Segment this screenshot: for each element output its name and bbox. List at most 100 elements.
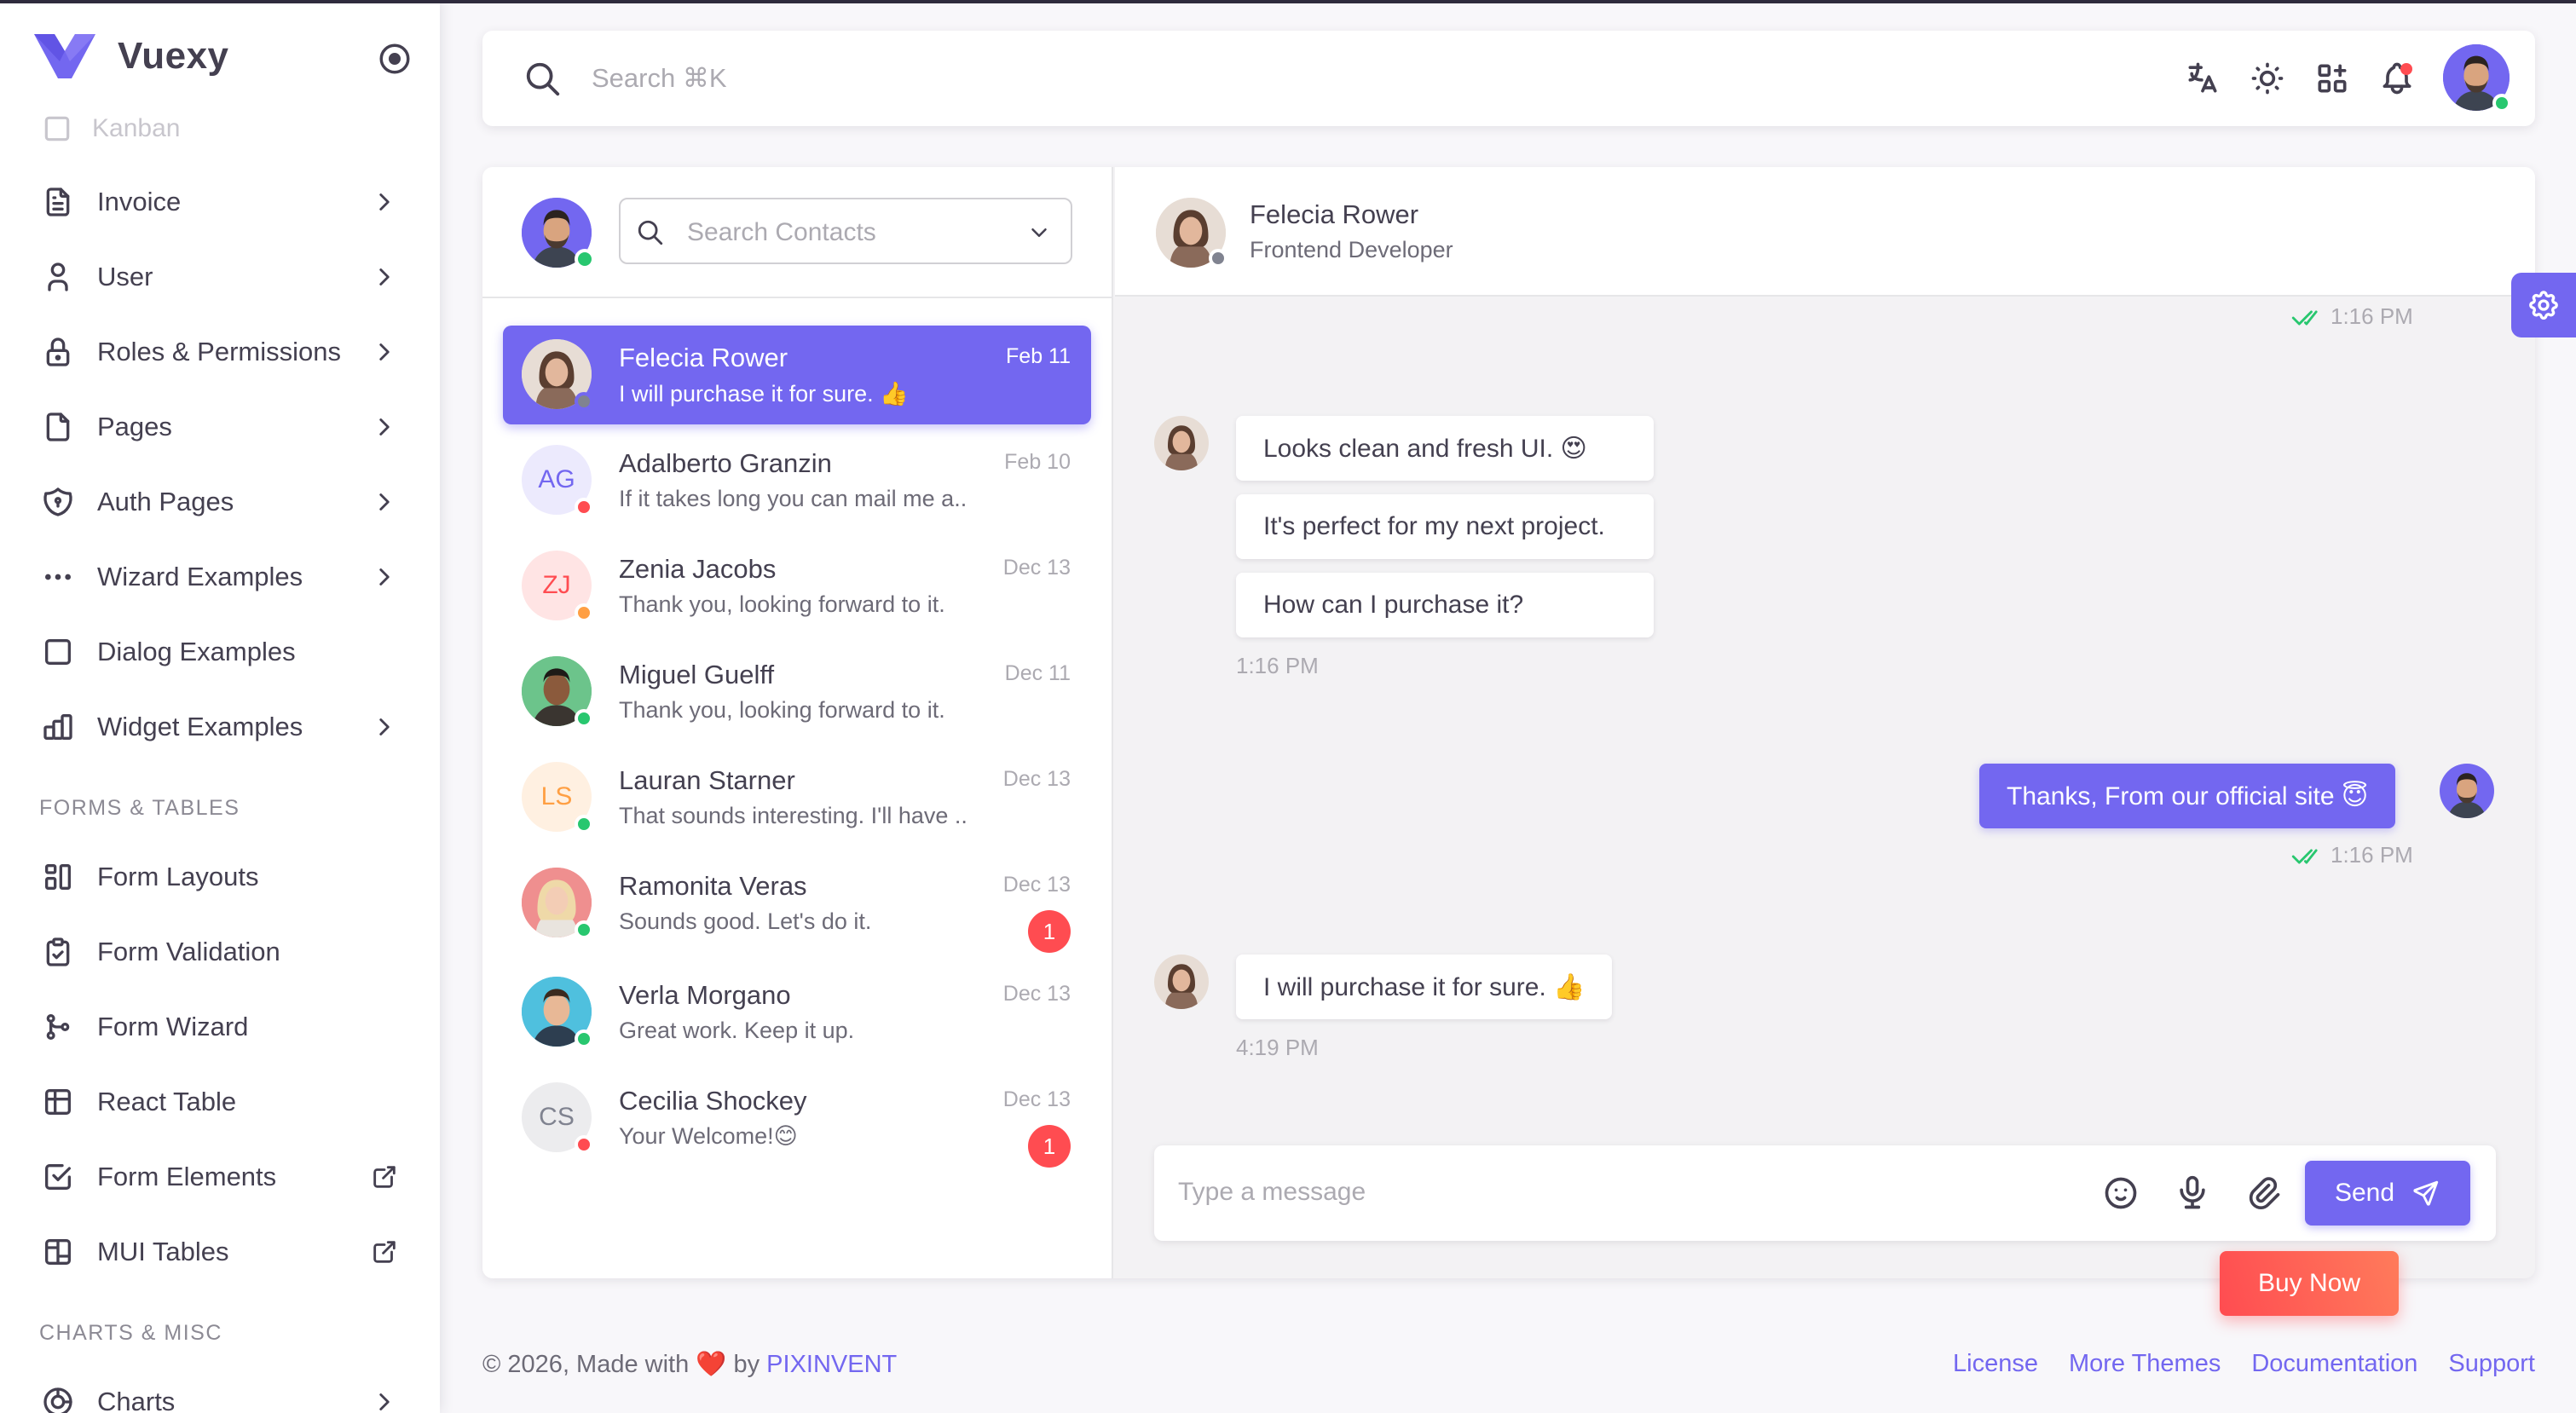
message-time: 1:16 PM bbox=[2331, 842, 2413, 868]
unread-badge: 1 bbox=[1028, 910, 1071, 953]
sidebar-item-label: Form Layouts bbox=[97, 862, 259, 891]
notification-dot bbox=[2400, 63, 2412, 75]
contact-item[interactable]: CS Cecilia Shockey Your Welcome!😊 Dec 13… bbox=[503, 1069, 1091, 1168]
emoji-icon[interactable] bbox=[2102, 1174, 2140, 1212]
paperclip-icon[interactable] bbox=[2245, 1174, 2283, 1212]
sidebar-item-form-validation[interactable]: Form Validation bbox=[26, 921, 414, 983]
translate-icon[interactable] bbox=[2184, 60, 2221, 97]
global-search-input[interactable]: Search ⌘K bbox=[592, 63, 727, 94]
contact-name: Ramonita Veras bbox=[619, 871, 807, 901]
sidebar-item-label: React Table bbox=[97, 1087, 237, 1116]
microphone-icon[interactable] bbox=[2174, 1174, 2211, 1212]
chevron-right-icon bbox=[379, 718, 390, 735]
chevron-down-icon[interactable] bbox=[1026, 220, 1052, 245]
sidebar-item-charts[interactable]: Charts bbox=[26, 1371, 414, 1413]
footer: © 2026, Made with ❤️ by PIXINVENT Licens… bbox=[482, 1350, 2535, 1384]
contact-date: Dec 13 bbox=[1002, 556, 1071, 580]
contact-last-message: Sounds good. Let's do it. bbox=[619, 908, 872, 934]
contact-last-message: I will purchase it for sure. 👍 bbox=[619, 381, 909, 407]
send-button-label: Send bbox=[2334, 1179, 2395, 1207]
footer-link-documentation[interactable]: Documentation bbox=[2251, 1350, 2417, 1378]
chevron-right-icon bbox=[379, 493, 390, 510]
chat-partner-avatar bbox=[1154, 416, 1209, 470]
contact-item[interactable]: Miguel Guelff Thank you, looking forward… bbox=[503, 643, 1091, 741]
sidebar-item-label: Form Validation bbox=[97, 937, 280, 966]
external-link-icon bbox=[373, 1241, 396, 1263]
sidebar-item-widget-examples[interactable]: Widget Examples bbox=[26, 696, 414, 758]
sidebar-item-wizard-examples[interactable]: Wizard Examples bbox=[26, 546, 414, 608]
contact-item[interactable]: Felecia Rower I will purchase it for sur… bbox=[503, 326, 1091, 424]
brand[interactable]: Vuexy bbox=[34, 34, 229, 78]
sidebar-item-form-layouts[interactable]: Form Layouts bbox=[26, 846, 414, 908]
square-icon bbox=[45, 639, 71, 665]
sidebar-item-mui-tables[interactable]: MUI Tables bbox=[26, 1221, 414, 1283]
sidebar-item-label: Invoice bbox=[97, 187, 182, 216]
contact-item[interactable]: ZJ Zenia Jacobs Thank you, looking forwa… bbox=[503, 537, 1091, 636]
contact-search-input[interactable]: Search Contacts bbox=[619, 198, 1072, 264]
chevron-right-icon bbox=[379, 193, 390, 211]
double-check-icon bbox=[2291, 849, 2318, 864]
sidebar-item-user[interactable]: User bbox=[26, 246, 414, 308]
sidebar-item-roles-permissions[interactable]: Roles & Permissions bbox=[26, 321, 414, 383]
contact-item[interactable]: Ramonita Veras Sounds good. Let's do it.… bbox=[503, 854, 1091, 953]
chevron-right-icon bbox=[379, 1393, 390, 1410]
message-input[interactable]: Type a message bbox=[1178, 1178, 1366, 1207]
sidebar-item-pages[interactable]: Pages bbox=[26, 396, 414, 458]
footer-link-support[interactable]: Support bbox=[2448, 1350, 2535, 1378]
contact-last-message: Great work. Keep it up. bbox=[619, 1018, 855, 1043]
contact-name: Felecia Rower bbox=[619, 343, 788, 372]
sidebar-item-form-elements[interactable]: Form Elements bbox=[26, 1146, 414, 1208]
lock-icon bbox=[46, 337, 70, 366]
collapse-sidebar-icon[interactable] bbox=[377, 41, 413, 77]
shield-icon bbox=[43, 487, 72, 516]
contact-date: Dec 13 bbox=[1002, 767, 1071, 791]
my-online-status bbox=[575, 249, 595, 269]
sidebar-item-kanban[interactable]: Kanban bbox=[41, 112, 180, 145]
message-time: 1:16 PM bbox=[2331, 303, 2413, 329]
contact-date: Dec 13 bbox=[1002, 1087, 1071, 1111]
buy-now-button[interactable]: Buy Now bbox=[2220, 1251, 2399, 1316]
git-merge-icon bbox=[46, 1014, 70, 1040]
brand-name: Vuexy bbox=[118, 35, 229, 77]
customizer-toggle[interactable] bbox=[2511, 273, 2576, 337]
contact-item[interactable]: AG Adalberto Granzin If it takes long yo… bbox=[503, 431, 1091, 530]
contacts-panel: Search Contacts Felecia Rower I will pur… bbox=[482, 167, 1113, 1278]
sidebar-item-label: User bbox=[97, 262, 153, 291]
send-button[interactable]: Send bbox=[2305, 1161, 2470, 1226]
chat-partner-name: Felecia Rower bbox=[1250, 199, 1419, 229]
footer-link-more-themes[interactable]: More Themes bbox=[2069, 1350, 2221, 1378]
status-busy bbox=[575, 1135, 593, 1154]
pixinvent-link[interactable]: PIXINVENT bbox=[766, 1351, 897, 1378]
contact-item[interactable]: LS Lauran Starner That sounds interestin… bbox=[503, 748, 1091, 847]
search-icon[interactable] bbox=[523, 60, 563, 99]
message-bubble-received: It's perfect for my next project. bbox=[1236, 494, 1654, 559]
chevron-right-icon bbox=[379, 418, 390, 435]
sidebar-item-label: Charts bbox=[97, 1387, 176, 1413]
sidebar-item-label: Form Elements bbox=[97, 1162, 277, 1191]
message-bubble-received: I will purchase it for sure. 👍 bbox=[1236, 954, 1613, 1019]
sidebar-item-auth-pages[interactable]: Auth Pages bbox=[26, 471, 414, 533]
user-icon bbox=[48, 262, 68, 291]
footer-link-license[interactable]: License bbox=[1953, 1350, 2038, 1378]
status-away bbox=[575, 603, 593, 622]
checkbox-icon bbox=[45, 1164, 72, 1190]
sun-icon[interactable] bbox=[2249, 60, 2286, 97]
sidebar-item-label: Dialog Examples bbox=[97, 637, 296, 666]
sidebar-item-label: MUI Tables bbox=[97, 1237, 229, 1266]
table-icon bbox=[45, 1089, 72, 1115]
user-online-status bbox=[2492, 94, 2511, 112]
sidebar-item-invoice[interactable]: Invoice bbox=[26, 171, 414, 233]
contact-item[interactable]: Verla Morgano Great work. Keep it up. De… bbox=[503, 963, 1091, 1062]
sidebar-item-label: Form Wizard bbox=[97, 1012, 249, 1041]
status-offline bbox=[575, 392, 593, 411]
message-time: 1:16 PM bbox=[1236, 653, 1319, 678]
heart-icon: ❤️ bbox=[696, 1351, 727, 1378]
kanban-icon bbox=[44, 116, 70, 141]
sidebar-item-dialog-examples[interactable]: Dialog Examples bbox=[26, 621, 414, 683]
section-header-forms-tables: FORMS & TABLES bbox=[39, 796, 240, 820]
message-bubble-sent: Thanks, From our official site 😇 bbox=[1979, 764, 2396, 828]
apps-icon[interactable] bbox=[2313, 60, 2351, 97]
sidebar-item-form-wizard[interactable]: Form Wizard bbox=[26, 996, 414, 1058]
sidebar-item-react-table[interactable]: React Table bbox=[26, 1071, 414, 1133]
chevron-right-icon bbox=[379, 568, 390, 585]
